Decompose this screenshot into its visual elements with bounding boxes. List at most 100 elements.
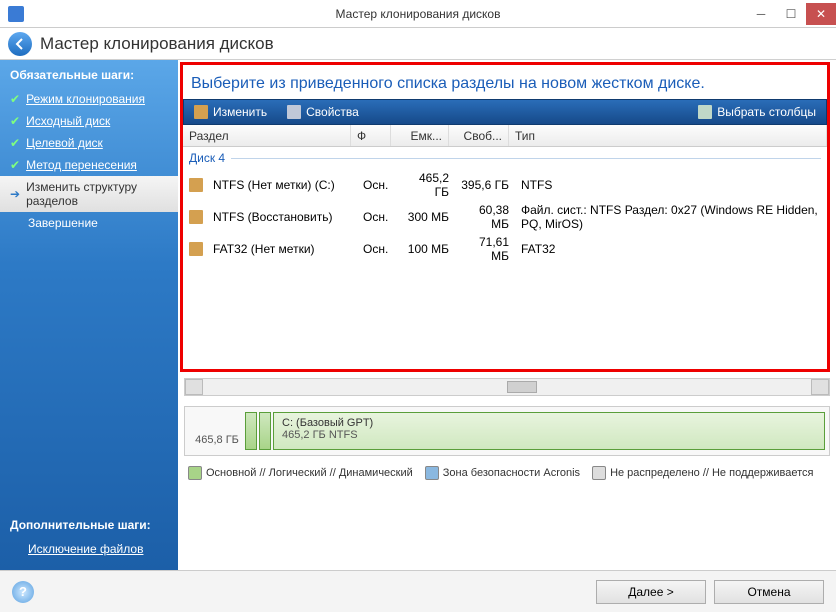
step-label: Метод перенесения xyxy=(26,158,137,172)
cell-name: NTFS (Восстановить) xyxy=(207,210,357,224)
step-label: Изменить структуру разделов xyxy=(26,180,168,208)
back-arrow-icon xyxy=(13,37,27,51)
check-icon: ✔ xyxy=(10,158,20,172)
back-button[interactable] xyxy=(8,32,32,56)
table-row[interactable]: FAT32 (Нет метки) Осн. 100 МБ 71,61 МБ F… xyxy=(183,233,827,265)
columns-icon xyxy=(698,105,712,119)
sidebar: Обязательные шаги: ✔ Режим клонирования … xyxy=(0,60,178,570)
partition-info: 465,2 ГБ NTFS xyxy=(282,429,358,441)
cell-flag: Осн. xyxy=(357,210,397,224)
close-button[interactable]: ✕ xyxy=(806,3,836,25)
table-body: NTFS (Нет метки) (C:) Осн. 465,2 ГБ 395,… xyxy=(183,169,827,319)
step-finish[interactable]: Завершение xyxy=(0,212,178,234)
title-bar: Мастер клонирования дисков ─ ☐ ✕ xyxy=(0,0,836,28)
table-row[interactable]: NTFS (Восстановить) Осн. 300 МБ 60,38 МБ… xyxy=(183,201,827,233)
arrow-right-icon: ➔ xyxy=(10,187,20,201)
legend-acronis: Зона безопасности Acronis xyxy=(425,466,580,480)
col-capacity[interactable]: Емк... xyxy=(391,125,449,146)
legend-unallocated-label: Не распределено // Не поддерживается xyxy=(610,467,813,479)
cell-free: 71,61 МБ xyxy=(455,235,515,263)
legend: Основной // Логический // Динамический З… xyxy=(178,462,836,488)
step-change-partition-structure[interactable]: ➔ Изменить структуру разделов xyxy=(0,176,178,212)
step-exclude-files[interactable]: Исключение файлов xyxy=(0,538,178,560)
instruction-text: Выберите из приведенного списка разделы … xyxy=(183,65,827,99)
legend-primary-label: Основной // Логический // Динамический xyxy=(206,467,413,479)
help-button[interactable]: ? xyxy=(12,581,34,603)
legend-acronis-label: Зона безопасности Acronis xyxy=(443,467,580,479)
disk-layout-bar: 465,8 ГБ C: (Базовый GPT) 465,2 ГБ NTFS xyxy=(184,406,830,456)
swatch-green-icon xyxy=(188,466,202,480)
maximize-button[interactable]: ☐ xyxy=(776,3,806,25)
next-button[interactable]: Далее > xyxy=(596,580,706,604)
horizontal-scrollbar[interactable] xyxy=(184,378,830,396)
step-clone-mode[interactable]: ✔ Режим клонирования xyxy=(0,88,178,110)
step-target-disk[interactable]: ✔ Целевой диск xyxy=(0,132,178,154)
properties-icon xyxy=(287,105,301,119)
partition-icon xyxy=(189,210,203,224)
step-transfer-method[interactable]: ✔ Метод перенесения xyxy=(0,154,178,176)
sidebar-spacer xyxy=(0,234,178,510)
check-icon: ✔ xyxy=(10,114,20,128)
cell-type: NTFS xyxy=(515,178,827,192)
window-title: Мастер клонирования дисков xyxy=(336,7,501,21)
col-type[interactable]: Тип xyxy=(509,125,827,146)
partition-name: C: (Базовый GPT) xyxy=(282,417,816,429)
main-panel: Выберите из приведенного списка разделы … xyxy=(178,60,836,570)
window-controls: ─ ☐ ✕ xyxy=(746,3,836,25)
properties-label: Свойства xyxy=(306,105,359,119)
cell-name: NTFS (Нет метки) (C:) xyxy=(207,178,357,192)
divider xyxy=(231,158,821,159)
step-label: Режим клонирования xyxy=(26,92,145,106)
highlight-box: Выберите из приведенного списка разделы … xyxy=(180,62,830,372)
check-icon: ✔ xyxy=(10,136,20,150)
col-free[interactable]: Своб... xyxy=(449,125,509,146)
cell-name: FAT32 (Нет метки) xyxy=(207,242,357,256)
cell-type: FAT32 xyxy=(515,242,827,256)
partition-icon xyxy=(189,242,203,256)
cell-capacity: 300 МБ xyxy=(397,210,455,224)
properties-button[interactable]: Свойства xyxy=(277,100,369,124)
partition-icon xyxy=(189,178,203,192)
cell-free: 60,38 МБ xyxy=(455,203,515,231)
edit-button[interactable]: Изменить xyxy=(184,100,277,124)
step-label: Исходный диск xyxy=(26,114,110,128)
cell-capacity: 465,2 ГБ xyxy=(397,171,455,199)
col-flag[interactable]: Ф xyxy=(351,125,391,146)
choose-columns-button[interactable]: Выбрать столбцы xyxy=(688,100,826,124)
table-row[interactable]: NTFS (Нет метки) (C:) Осн. 465,2 ГБ 395,… xyxy=(183,169,827,201)
partition-segment-main[interactable]: C: (Базовый GPT) 465,2 ГБ NTFS xyxy=(273,412,825,450)
partition-table: Раздел Ф Емк... Своб... Тип Диск 4 NTFS … xyxy=(183,125,827,369)
button-bar: ? Далее > Отмена xyxy=(0,570,836,612)
choose-columns-label: Выбрать столбцы xyxy=(717,105,816,119)
partition-toolbar: Изменить Свойства Выбрать столбцы xyxy=(183,99,827,125)
optional-steps-title: Дополнительные шаги: xyxy=(0,510,178,538)
col-partition[interactable]: Раздел xyxy=(183,125,351,146)
swatch-gray-icon xyxy=(592,466,606,480)
header-bar: Мастер клонирования дисков xyxy=(0,28,836,60)
sidebar-bottom: Дополнительные шаги: Исключение файлов xyxy=(0,510,178,570)
partition-segment-small-1[interactable] xyxy=(245,412,257,450)
cell-capacity: 100 МБ xyxy=(397,242,455,256)
step-label: Целевой диск xyxy=(26,136,103,150)
check-icon: ✔ xyxy=(10,92,20,106)
step-source-disk[interactable]: ✔ Исходный диск xyxy=(0,110,178,132)
cell-flag: Осн. xyxy=(357,242,397,256)
cell-flag: Осн. xyxy=(357,178,397,192)
cancel-button[interactable]: Отмена xyxy=(714,580,824,604)
step-label: Исключение файлов xyxy=(28,542,143,556)
partition-segment-small-2[interactable] xyxy=(259,412,271,450)
swatch-blue-icon xyxy=(425,466,439,480)
app-icon xyxy=(8,6,24,22)
legend-primary: Основной // Логический // Динамический xyxy=(188,466,413,480)
disk-group-label: Диск 4 xyxy=(189,151,225,165)
pencil-icon xyxy=(194,105,208,119)
cell-type: Файл. сист.: NTFS Раздел: 0x27 (Windows … xyxy=(515,203,827,231)
cell-free: 395,6 ГБ xyxy=(455,178,515,192)
required-steps-title: Обязательные шаги: xyxy=(0,60,178,88)
minimize-button[interactable]: ─ xyxy=(746,3,776,25)
content-area: Обязательные шаги: ✔ Режим клонирования … xyxy=(0,60,836,570)
legend-unallocated: Не распределено // Не поддерживается xyxy=(592,466,813,480)
step-label: Завершение xyxy=(28,216,98,230)
disk-total-size: 465,8 ГБ xyxy=(189,416,245,446)
scroll-thumb[interactable] xyxy=(507,381,537,393)
